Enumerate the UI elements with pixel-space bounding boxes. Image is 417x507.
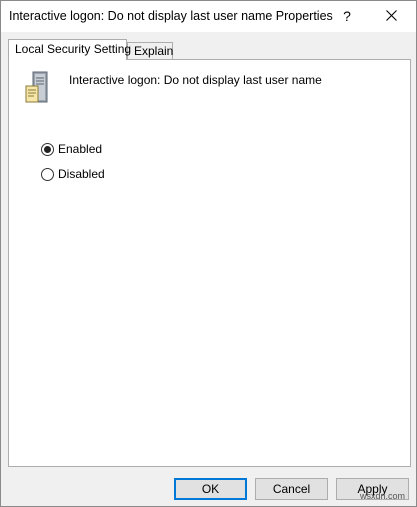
close-icon xyxy=(385,10,397,21)
radio-enabled[interactable]: Enabled xyxy=(41,141,102,157)
policy-name: Interactive logon: Do not display last u… xyxy=(69,73,322,87)
title-bar[interactable]: Interactive logon: Do not display last u… xyxy=(1,1,416,32)
radio-enabled-button[interactable] xyxy=(41,142,54,156)
help-button[interactable]: ? xyxy=(332,4,362,28)
server-policy-icon xyxy=(22,70,58,106)
ok-button[interactable]: OK xyxy=(174,478,247,500)
tab-explain[interactable]: Explain xyxy=(127,42,173,59)
cancel-button[interactable]: Cancel xyxy=(255,478,328,500)
tab-panel: Interactive logon: Do not display last u… xyxy=(8,59,411,467)
window-title: Interactive logon: Do not display last u… xyxy=(9,9,333,23)
watermark: wsxdn.com xyxy=(360,491,406,501)
close-button[interactable] xyxy=(371,4,411,28)
properties-dialog: Interactive logon: Do not display last u… xyxy=(0,0,417,507)
tab-local-security-setting[interactable]: Local Security Setting xyxy=(8,39,131,60)
radio-disabled-label: Disabled xyxy=(58,167,105,181)
tab-strip: Local Security Setting Explain xyxy=(7,39,411,60)
radio-disabled-button[interactable] xyxy=(41,167,54,181)
radio-enabled-label: Enabled xyxy=(58,142,103,156)
radio-disabled[interactable]: Disabled xyxy=(41,166,105,182)
